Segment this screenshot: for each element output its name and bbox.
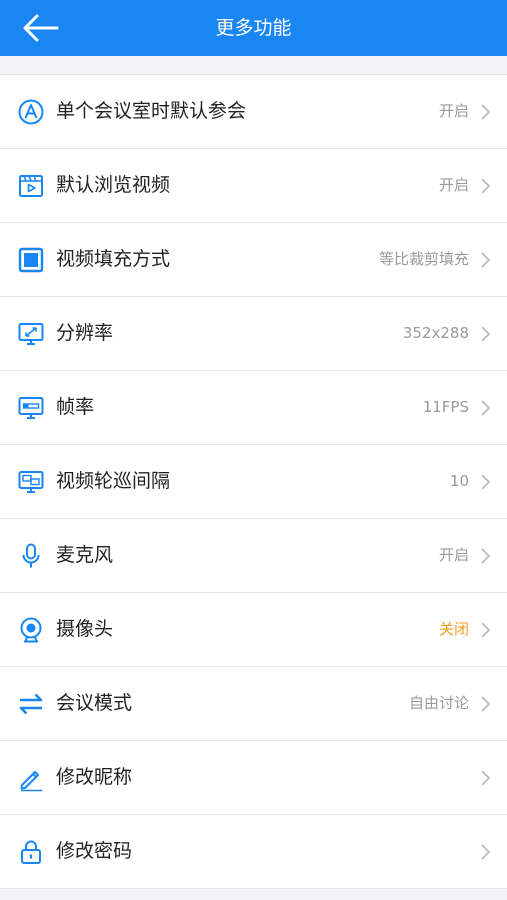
chevron-right-icon [481,621,491,638]
setting-meeting-mode[interactable]: 会议模式 自由讨论 [0,667,507,741]
setting-default-join-single-room[interactable]: 单个会议室时默认参会 开启 [0,75,507,149]
fill-square-icon [18,247,44,272]
monitor-fps-icon [18,396,44,419]
setting-video-fill-mode[interactable]: 视频填充方式 等比裁剪填充 [0,223,507,297]
setting-label: 修改密码 [56,840,133,862]
chevron-right-icon [481,251,491,268]
setting-frame-rate[interactable]: 帧率 11FPS [0,371,507,445]
setting-label: 视频轮巡间隔 [56,470,171,492]
setting-label: 会议模式 [56,692,133,714]
microphone-icon [22,543,40,567]
chevron-right-icon [481,399,491,416]
setting-label: 修改昵称 [56,766,133,788]
setting-value: 关闭 [438,620,469,638]
setting-value: 自由讨论 [408,694,469,712]
chevron-right-icon [481,473,491,490]
setting-value: 开启 [438,102,469,120]
chevron-right-icon [481,177,491,194]
monitor-grid-icon [18,470,44,493]
setting-resolution[interactable]: 分辨率 352x288 [0,297,507,371]
webcam-icon [20,617,42,642]
setting-default-browse-video[interactable]: 默认浏览视频 开启 [0,149,507,223]
chevron-right-icon [481,103,491,120]
lock-icon [21,840,41,864]
pencil-icon [20,770,42,791]
setting-value: 开启 [438,176,469,194]
setting-label: 摄像头 [56,618,114,640]
swap-arrows-icon [19,693,43,714]
monitor-resize-icon [18,322,44,345]
chevron-right-icon [481,843,491,860]
top-nav-bar: 更多功能 [0,0,507,56]
setting-value: 352x288 [402,324,469,342]
chevron-right-icon [481,547,491,564]
settings-list: 单个会议室时默认参会 开启 默认浏览视频 开启 视频填充方式 等比裁剪填充 分辨… [0,74,507,889]
page-title: 更多功能 [215,17,292,39]
setting-label: 视频填充方式 [56,248,171,270]
video-player-icon [19,174,43,197]
setting-value: 等比裁剪填充 [378,250,469,268]
setting-label: 麦克风 [56,544,114,566]
setting-camera[interactable]: 摄像头 关闭 [0,593,507,667]
setting-change-password[interactable]: 修改密码 [0,815,507,889]
setting-label: 分辨率 [56,322,114,344]
setting-label: 帧率 [56,396,95,418]
setting-label: 默认浏览视频 [56,174,171,196]
setting-video-patrol-interval[interactable]: 视频轮巡间隔 10 [0,445,507,519]
setting-label: 单个会议室时默认参会 [56,100,247,122]
setting-microphone[interactable]: 麦克风 开启 [0,519,507,593]
chevron-right-icon [481,769,491,786]
letter-a-circle-icon [18,99,44,124]
setting-value: 11FPS [422,398,469,416]
setting-value: 10 [449,472,469,490]
setting-change-nickname[interactable]: 修改昵称 [0,741,507,815]
setting-value: 开启 [438,546,469,564]
chevron-right-icon [481,325,491,342]
chevron-right-icon [481,695,491,712]
